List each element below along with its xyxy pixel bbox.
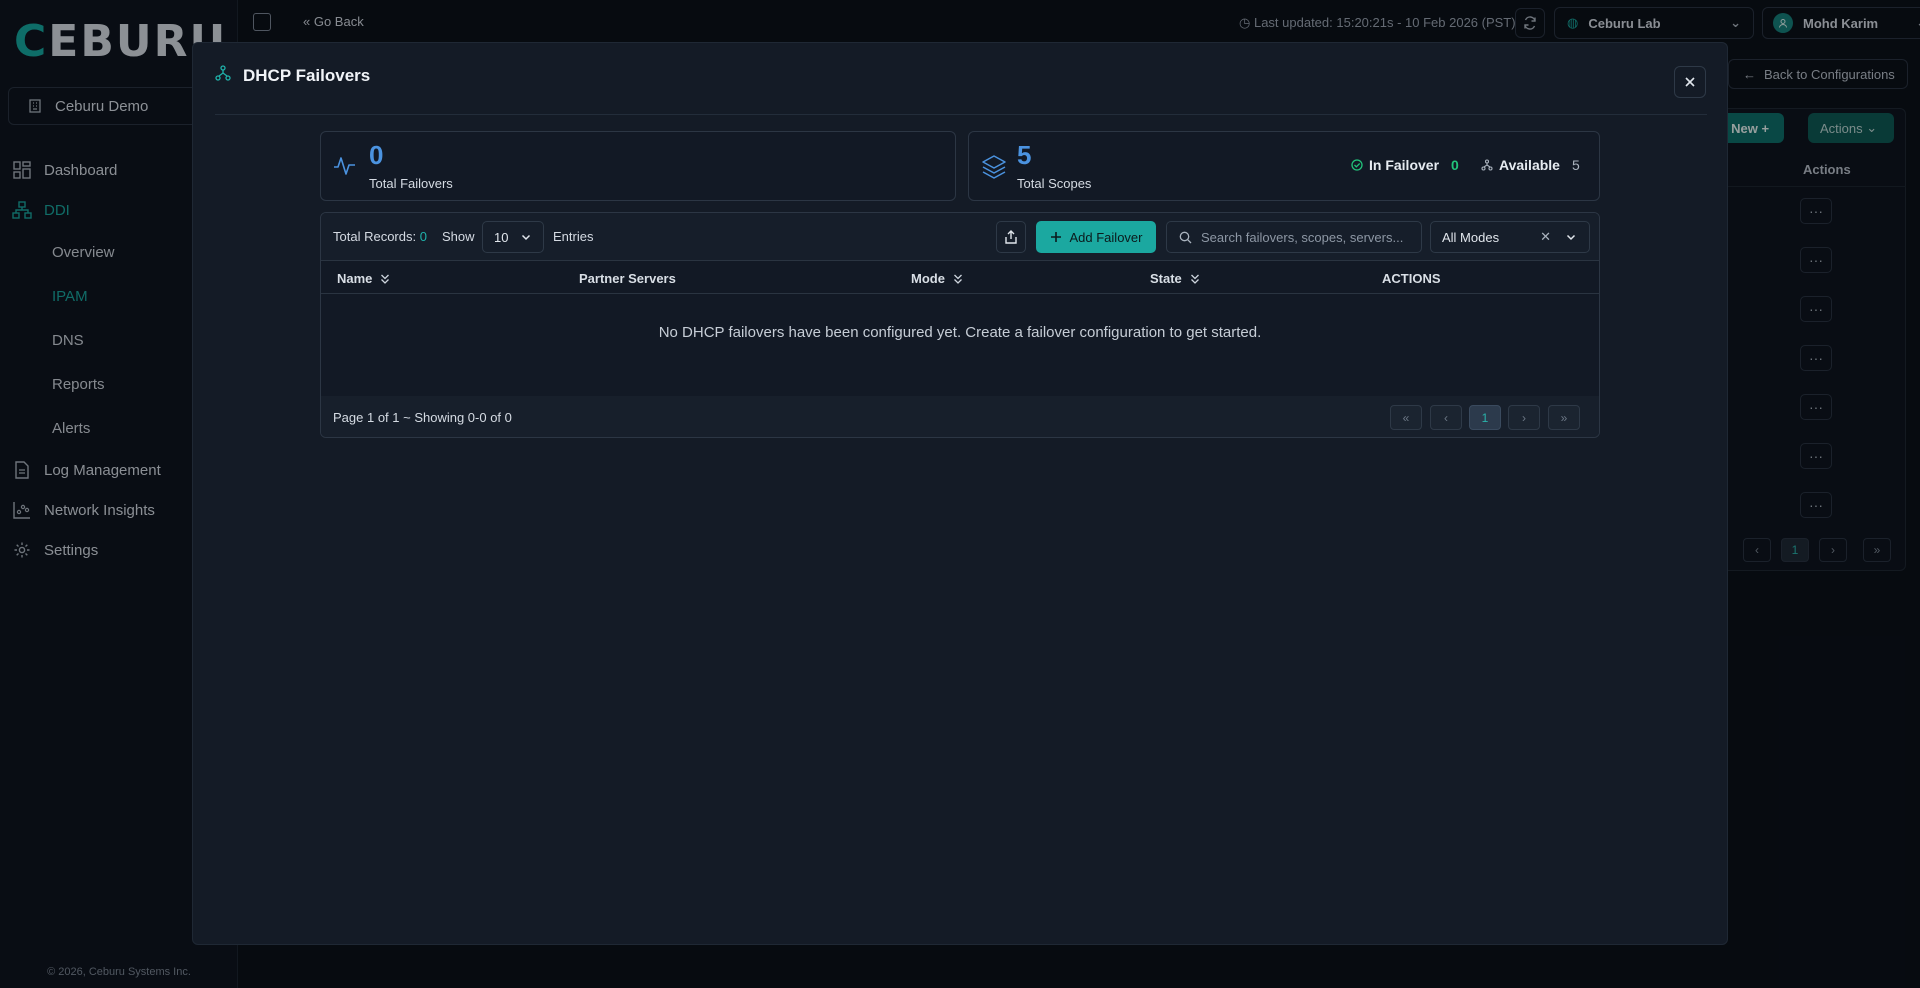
column-label: Name bbox=[337, 271, 373, 286]
total-scopes-card: 5 Total Scopes In Failover 0 Available 5 bbox=[968, 131, 1600, 201]
mode-filter-value: All Modes bbox=[1442, 229, 1500, 245]
add-failover-label: Add Failover bbox=[1069, 229, 1143, 245]
chevron-down-icon bbox=[521, 234, 531, 241]
modal-title: DHCP Failovers bbox=[243, 65, 371, 85]
dhcp-failovers-modal: DHCP Failovers 0 Total Failovers 5 Total… bbox=[192, 42, 1728, 945]
sort-icon bbox=[381, 274, 390, 284]
prev-page-button[interactable]: ‹ bbox=[1430, 405, 1462, 430]
close-button[interactable] bbox=[1674, 66, 1706, 98]
layers-icon bbox=[981, 154, 1007, 185]
first-page-button[interactable]: « bbox=[1390, 405, 1422, 430]
in-failover-label: In Failover bbox=[1369, 157, 1440, 173]
page-size-select[interactable]: 10 bbox=[482, 221, 544, 253]
column-header-partner-servers: Partner Servers bbox=[579, 271, 676, 286]
column-header-mode[interactable]: Mode bbox=[911, 271, 963, 286]
total-scopes-label: Total Scopes bbox=[1017, 176, 1092, 191]
column-header-name[interactable]: Name bbox=[337, 271, 390, 286]
pagination-info: Page 1 of 1 ~ Showing 0-0 of 0 bbox=[333, 410, 512, 425]
failover-icon bbox=[215, 65, 231, 86]
double-chevron-right-icon: » bbox=[1560, 410, 1568, 425]
export-button[interactable] bbox=[996, 221, 1026, 253]
total-scopes-value: 5 bbox=[1017, 140, 1032, 170]
total-failovers-value: 0 bbox=[369, 140, 384, 170]
total-records: Total Records: 0 bbox=[333, 229, 427, 244]
search-field[interactable] bbox=[1166, 221, 1422, 253]
search-input[interactable] bbox=[1201, 229, 1411, 245]
page-size-value: 10 bbox=[494, 229, 509, 245]
total-failovers-card: 0 Total Failovers bbox=[320, 131, 956, 201]
total-records-label: Total Records: bbox=[333, 229, 417, 244]
table-header: Name Partner Servers Mode State ACTIONS bbox=[321, 262, 1599, 294]
search-icon bbox=[1179, 231, 1192, 243]
divider bbox=[215, 114, 1707, 115]
chevron-right-icon: › bbox=[1522, 410, 1526, 425]
column-header-state[interactable]: State bbox=[1150, 271, 1200, 286]
plus-icon bbox=[1050, 232, 1061, 242]
export-icon bbox=[1005, 230, 1017, 244]
close-icon bbox=[1685, 77, 1695, 87]
total-records-value: 0 bbox=[419, 229, 427, 244]
chevron-left-icon: ‹ bbox=[1444, 410, 1448, 425]
available-label: Available bbox=[1499, 157, 1560, 173]
entries-label: Entries bbox=[553, 229, 594, 244]
clear-icon[interactable]: ✕ bbox=[1540, 229, 1551, 245]
show-label: Show bbox=[442, 229, 475, 244]
mode-filter-select[interactable]: All Modes ✕ bbox=[1430, 221, 1590, 253]
failover-icon bbox=[1481, 159, 1493, 171]
total-failovers-label: Total Failovers bbox=[369, 176, 453, 191]
double-chevron-left-icon: « bbox=[1402, 410, 1410, 425]
column-label: State bbox=[1150, 271, 1182, 286]
next-page-button[interactable]: › bbox=[1508, 405, 1540, 430]
empty-state-message: No DHCP failovers have been configured y… bbox=[658, 324, 1262, 341]
last-page-button[interactable]: » bbox=[1548, 405, 1580, 430]
add-failover-button[interactable]: Add Failover bbox=[1036, 221, 1156, 253]
column-label: Partner Servers bbox=[579, 271, 676, 286]
sort-icon bbox=[953, 274, 962, 284]
available-stat: Available 5 bbox=[1481, 157, 1580, 173]
column-label: Mode bbox=[911, 271, 945, 286]
column-header-actions: ACTIONS bbox=[1382, 271, 1441, 286]
column-label: ACTIONS bbox=[1382, 271, 1441, 286]
in-failover-stat: In Failover 0 bbox=[1351, 157, 1459, 173]
modal-header: DHCP Failovers bbox=[215, 65, 370, 86]
chevron-down-icon bbox=[1566, 234, 1576, 241]
check-circle-icon bbox=[1351, 159, 1363, 171]
table-toolbar: Total Records: 0 Show 10 Entries Add Fai… bbox=[321, 213, 1599, 261]
sort-icon bbox=[1190, 274, 1199, 284]
page-button[interactable]: 1 bbox=[1469, 405, 1501, 430]
failovers-table: Total Records: 0 Show 10 Entries Add Fai… bbox=[320, 212, 1600, 438]
available-value: 5 bbox=[1571, 157, 1580, 173]
in-failover-value: 0 bbox=[1451, 157, 1459, 173]
table-footer: Page 1 of 1 ~ Showing 0-0 of 0 « ‹ 1 › » bbox=[321, 396, 1599, 437]
activity-icon bbox=[333, 154, 357, 183]
